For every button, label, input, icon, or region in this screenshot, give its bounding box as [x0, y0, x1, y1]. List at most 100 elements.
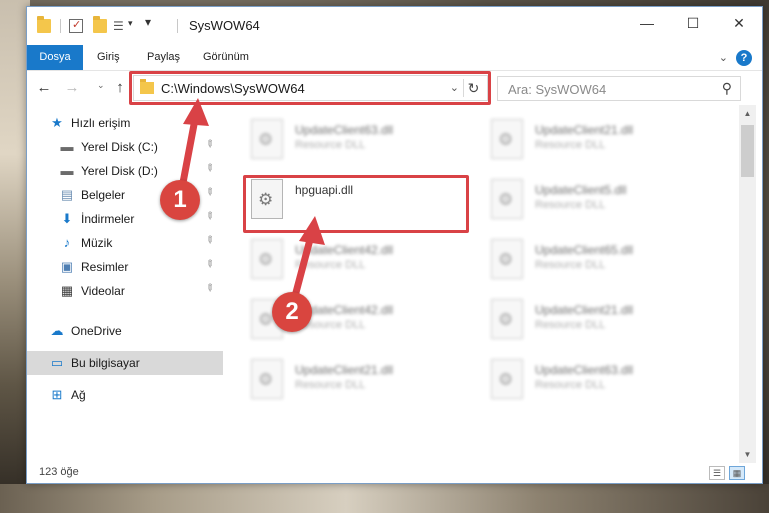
sidebar-item-label: Hızlı erişim — [71, 116, 131, 130]
file-name: UpdateClient21.dll — [535, 303, 634, 317]
file-list: UpdateClient63.dll Resource DLL UpdateCl… — [223, 105, 739, 463]
pin-icon[interactable]: ✎ — [202, 282, 216, 296]
pin-icon[interactable]: ✎ — [202, 162, 216, 176]
quick-access-dropdown-icon[interactable]: ▾ — [128, 18, 133, 29]
sidebar-item-label: Videolar — [81, 284, 125, 298]
scroll-down-icon[interactable]: ▼ — [739, 446, 756, 463]
new-folder-icon[interactable] — [93, 16, 107, 33]
tab-view[interactable]: Görünüm — [193, 45, 259, 70]
sidebar-item-local-disk-c[interactable]: ▬ Yerel Disk (C:) ✎ — [27, 135, 223, 159]
title-bar: ☰ ▾ ▾ SysWOW64 — ☐ ✕ — [27, 7, 762, 45]
star-icon: ★ — [51, 115, 63, 130]
sidebar-item-label: Resimler — [81, 260, 129, 274]
desktop-background-bottom — [0, 484, 769, 513]
dll-file-icon — [491, 359, 523, 399]
file-type: Resource DLL — [295, 139, 366, 151]
file-highlight — [243, 175, 469, 233]
search-input[interactable]: Ara: SysWOW64 ⚲ — [497, 76, 741, 101]
close-button[interactable]: ✕ — [716, 7, 762, 39]
forward-button[interactable]: → — [63, 79, 81, 97]
vertical-scrollbar[interactable]: ▲ ▼ — [739, 105, 756, 463]
computer-icon: ▭ — [50, 355, 64, 370]
item-count: 123 öğe — [39, 466, 79, 478]
file-type: Resource DLL — [535, 259, 606, 271]
sidebar-item-label: OneDrive — [71, 324, 122, 338]
file-item[interactable]: UpdateClient42.dll Resource DLL — [247, 233, 479, 289]
sidebar-item-quick-access[interactable]: ★ Hızlı erişim — [27, 111, 223, 135]
sidebar-item-label: Ağ — [71, 388, 86, 402]
file-type: Resource DLL — [535, 199, 606, 211]
up-button[interactable]: ↑ — [111, 79, 129, 97]
step-2-badge: 2 — [272, 292, 312, 332]
quick-access-menu-icon[interactable]: ▾ — [145, 15, 151, 29]
file-name: UpdateClient5.dll — [535, 183, 627, 197]
tab-file[interactable]: Dosya — [27, 45, 83, 70]
sidebar-item-local-disk-d[interactable]: ▬ Yerel Disk (D:) ✎ — [27, 159, 223, 183]
file-type: Resource DLL — [295, 259, 366, 271]
window-title: SysWOW64 — [189, 18, 260, 33]
file-item[interactable]: UpdateClient63.dll Resource DLL — [247, 113, 479, 169]
sidebar-item-this-pc[interactable]: ▭ Bu bilgisayar — [27, 351, 223, 375]
pin-icon[interactable]: ✎ — [202, 258, 216, 272]
sidebar-item-pictures[interactable]: ▣ Resimler ✎ — [27, 255, 223, 279]
file-type: Resource DLL — [535, 379, 606, 391]
folder-icon — [37, 16, 51, 33]
file-name: UpdateClient63.dll — [295, 123, 394, 137]
file-item[interactable]: UpdateClient5.dll Resource DLL — [487, 173, 719, 229]
tab-share[interactable]: Paylaş — [137, 45, 190, 70]
scroll-thumb[interactable] — [741, 125, 754, 177]
search-icon[interactable]: ⚲ — [722, 80, 732, 97]
search-placeholder: Ara: SysWOW64 — [508, 82, 607, 97]
address-bar-highlight — [129, 71, 491, 105]
expand-ribbon-icon[interactable]: ⌄ — [719, 51, 728, 64]
network-icon: ⊞ — [51, 387, 63, 402]
drive-icon: ▬ — [60, 163, 74, 178]
tab-home[interactable]: Giriş — [87, 45, 130, 70]
sidebar-item-music[interactable]: ♪ Müzik ✎ — [27, 231, 223, 255]
file-item[interactable]: UpdateClient21.dll Resource DLL — [487, 113, 719, 169]
maximize-button[interactable]: ☐ — [670, 7, 716, 39]
documents-icon: ▤ — [60, 187, 74, 202]
file-item[interactable]: UpdateClient21.dll Resource DLL — [487, 293, 719, 349]
scroll-up-icon[interactable]: ▲ — [739, 105, 756, 122]
properties-icon[interactable] — [69, 18, 83, 33]
details-view-icon[interactable]: ☰ — [709, 466, 725, 480]
dll-file-icon — [491, 299, 523, 339]
onedrive-icon: ☁ — [50, 323, 64, 338]
sidebar-item-videos[interactable]: ▦ Videolar ✎ — [27, 279, 223, 303]
sidebar-item-label: Yerel Disk (C:) — [81, 140, 158, 154]
file-type: Resource DLL — [295, 379, 366, 391]
pin-icon[interactable]: ✎ — [202, 234, 216, 248]
tiles-view-icon[interactable]: ▦ — [729, 466, 745, 480]
file-name: UpdateClient42.dll — [295, 243, 394, 257]
recent-locations-icon[interactable]: ⌄ — [97, 80, 105, 91]
dll-file-icon — [491, 239, 523, 279]
sidebar-item-network[interactable]: ⊞ Ağ — [27, 383, 223, 407]
pin-icon[interactable]: ✎ — [202, 186, 216, 200]
sidebar-item-onedrive[interactable]: ☁ OneDrive — [27, 319, 223, 343]
file-name: UpdateClient63.dll — [535, 363, 634, 377]
file-name: UpdateClient21.dll — [535, 123, 634, 137]
status-bar: 123 öğe ☰ ▦ — [27, 463, 762, 483]
file-name: UpdateClient65.dll — [535, 243, 634, 257]
file-type: Resource DLL — [535, 139, 606, 151]
navigation-pane: ★ Hızlı erişim ▬ Yerel Disk (C:) ✎ ▬ Yer… — [27, 105, 223, 463]
pin-icon[interactable]: ✎ — [202, 210, 216, 224]
dll-file-icon — [491, 179, 523, 219]
dll-file-icon — [251, 359, 283, 399]
file-explorer-window: ☰ ▾ ▾ SysWOW64 — ☐ ✕ Dosya Giriş Paylaş … — [26, 6, 763, 484]
navigation-bar: ← → ⌄ ↑ C:\Windows\SysWOW64 ⌄ ↻ Ara: Sys… — [27, 71, 762, 105]
music-icon: ♪ — [63, 235, 71, 250]
file-item[interactable]: UpdateClient63.dll Resource DLL — [487, 353, 719, 409]
minimize-button[interactable]: — — [624, 7, 670, 39]
back-button[interactable]: ← — [35, 79, 53, 97]
ribbon-tabs: Dosya Giriş Paylaş Görünüm ⌄ ? — [27, 45, 762, 71]
pin-icon[interactable]: ✎ — [202, 138, 216, 152]
dll-file-icon — [251, 239, 283, 279]
file-name: UpdateClient21.dll — [295, 363, 394, 377]
sidebar-item-label: Bu bilgisayar — [71, 356, 140, 370]
file-item[interactable]: UpdateClient65.dll Resource DLL — [487, 233, 719, 289]
help-icon[interactable]: ? — [736, 50, 752, 66]
file-item[interactable]: UpdateClient21.dll Resource DLL — [247, 353, 479, 409]
customize-quick-access-icon[interactable]: ☰ — [113, 19, 127, 33]
